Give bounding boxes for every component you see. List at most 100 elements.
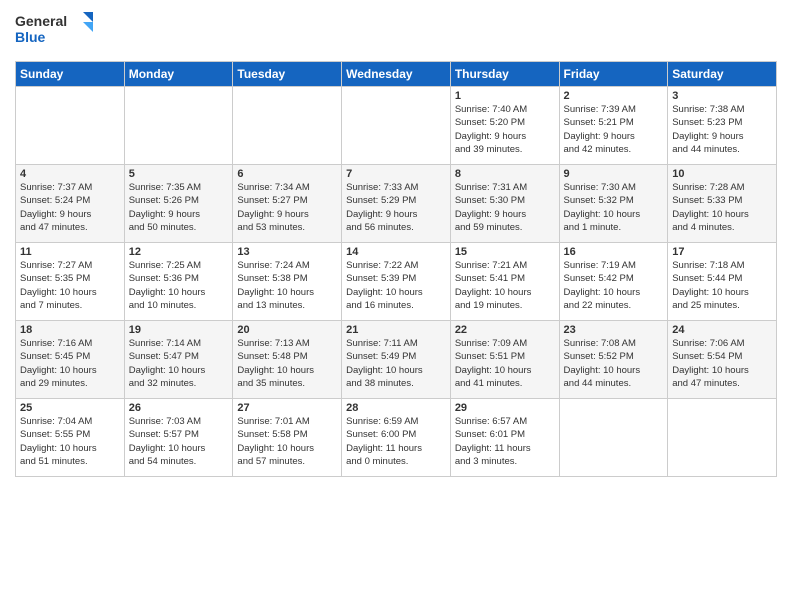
cell-1-5: 1Sunrise: 7:40 AMSunset: 5:20 PMDaylight… (450, 87, 559, 165)
day-info: Sunrise: 7:30 AMSunset: 5:32 PMDaylight:… (564, 181, 664, 234)
day-number: 12 (129, 246, 229, 258)
day-info: Sunrise: 7:35 AMSunset: 5:26 PMDaylight:… (129, 181, 229, 234)
day-number: 14 (346, 246, 446, 258)
cell-3-6: 16Sunrise: 7:19 AMSunset: 5:42 PMDayligh… (559, 243, 668, 321)
day-number: 15 (455, 246, 555, 258)
day-number: 8 (455, 168, 555, 180)
day-number: 26 (129, 402, 229, 414)
day-info: Sunrise: 7:25 AMSunset: 5:36 PMDaylight:… (129, 259, 229, 312)
day-number: 9 (564, 168, 664, 180)
cell-4-3: 20Sunrise: 7:13 AMSunset: 5:48 PMDayligh… (233, 321, 342, 399)
day-info: Sunrise: 7:13 AMSunset: 5:48 PMDaylight:… (237, 337, 337, 390)
cell-4-4: 21Sunrise: 7:11 AMSunset: 5:49 PMDayligh… (342, 321, 451, 399)
cell-4-5: 22Sunrise: 7:09 AMSunset: 5:51 PMDayligh… (450, 321, 559, 399)
day-number: 16 (564, 246, 664, 258)
cell-5-1: 25Sunrise: 7:04 AMSunset: 5:55 PMDayligh… (16, 399, 125, 477)
day-info: Sunrise: 7:37 AMSunset: 5:24 PMDaylight:… (20, 181, 120, 234)
cell-3-2: 12Sunrise: 7:25 AMSunset: 5:36 PMDayligh… (124, 243, 233, 321)
day-number: 17 (672, 246, 772, 258)
col-header-thursday: Thursday (450, 62, 559, 87)
day-info: Sunrise: 7:28 AMSunset: 5:33 PMDaylight:… (672, 181, 772, 234)
day-info: Sunrise: 7:01 AMSunset: 5:58 PMDaylight:… (237, 415, 337, 468)
cell-5-7 (668, 399, 777, 477)
week-row-5: 25Sunrise: 7:04 AMSunset: 5:55 PMDayligh… (16, 399, 777, 477)
day-info: Sunrise: 7:40 AMSunset: 5:20 PMDaylight:… (455, 103, 555, 156)
cell-2-7: 10Sunrise: 7:28 AMSunset: 5:33 PMDayligh… (668, 165, 777, 243)
day-info: Sunrise: 6:57 AMSunset: 6:01 PMDaylight:… (455, 415, 555, 468)
day-info: Sunrise: 7:14 AMSunset: 5:47 PMDaylight:… (129, 337, 229, 390)
day-number: 10 (672, 168, 772, 180)
week-row-3: 11Sunrise: 7:27 AMSunset: 5:35 PMDayligh… (16, 243, 777, 321)
header: General Blue (15, 10, 777, 53)
day-number: 25 (20, 402, 120, 414)
day-info: Sunrise: 6:59 AMSunset: 6:00 PMDaylight:… (346, 415, 446, 468)
cell-2-3: 6Sunrise: 7:34 AMSunset: 5:27 PMDaylight… (233, 165, 342, 243)
cell-2-1: 4Sunrise: 7:37 AMSunset: 5:24 PMDaylight… (16, 165, 125, 243)
day-number: 3 (672, 90, 772, 102)
day-number: 27 (237, 402, 337, 414)
cell-3-3: 13Sunrise: 7:24 AMSunset: 5:38 PMDayligh… (233, 243, 342, 321)
day-number: 11 (20, 246, 120, 258)
day-info: Sunrise: 7:27 AMSunset: 5:35 PMDaylight:… (20, 259, 120, 312)
col-header-sunday: Sunday (16, 62, 125, 87)
col-header-wednesday: Wednesday (342, 62, 451, 87)
cell-4-6: 23Sunrise: 7:08 AMSunset: 5:52 PMDayligh… (559, 321, 668, 399)
day-number: 28 (346, 402, 446, 414)
day-info: Sunrise: 7:18 AMSunset: 5:44 PMDaylight:… (672, 259, 772, 312)
day-number: 13 (237, 246, 337, 258)
day-info: Sunrise: 7:03 AMSunset: 5:57 PMDaylight:… (129, 415, 229, 468)
week-row-4: 18Sunrise: 7:16 AMSunset: 5:45 PMDayligh… (16, 321, 777, 399)
cell-4-1: 18Sunrise: 7:16 AMSunset: 5:45 PMDayligh… (16, 321, 125, 399)
day-number: 23 (564, 324, 664, 336)
day-info: Sunrise: 7:33 AMSunset: 5:29 PMDaylight:… (346, 181, 446, 234)
cell-3-7: 17Sunrise: 7:18 AMSunset: 5:44 PMDayligh… (668, 243, 777, 321)
day-number: 19 (129, 324, 229, 336)
cell-2-5: 8Sunrise: 7:31 AMSunset: 5:30 PMDaylight… (450, 165, 559, 243)
cell-1-6: 2Sunrise: 7:39 AMSunset: 5:21 PMDaylight… (559, 87, 668, 165)
day-number: 20 (237, 324, 337, 336)
cell-1-4 (342, 87, 451, 165)
cell-5-4: 28Sunrise: 6:59 AMSunset: 6:00 PMDayligh… (342, 399, 451, 477)
day-number: 21 (346, 324, 446, 336)
svg-text:Blue: Blue (15, 29, 46, 45)
day-number: 29 (455, 402, 555, 414)
day-info: Sunrise: 7:38 AMSunset: 5:23 PMDaylight:… (672, 103, 772, 156)
week-row-1: 1Sunrise: 7:40 AMSunset: 5:20 PMDaylight… (16, 87, 777, 165)
day-info: Sunrise: 7:22 AMSunset: 5:39 PMDaylight:… (346, 259, 446, 312)
cell-3-4: 14Sunrise: 7:22 AMSunset: 5:39 PMDayligh… (342, 243, 451, 321)
cell-1-2 (124, 87, 233, 165)
svg-text:General: General (15, 13, 67, 29)
page: General Blue SundayMondayTuesdayWednesda… (0, 0, 792, 612)
day-number: 7 (346, 168, 446, 180)
day-number: 5 (129, 168, 229, 180)
header-row: SundayMondayTuesdayWednesdayThursdayFrid… (16, 62, 777, 87)
day-number: 1 (455, 90, 555, 102)
col-header-tuesday: Tuesday (233, 62, 342, 87)
day-number: 2 (564, 90, 664, 102)
cell-4-2: 19Sunrise: 7:14 AMSunset: 5:47 PMDayligh… (124, 321, 233, 399)
day-info: Sunrise: 7:08 AMSunset: 5:52 PMDaylight:… (564, 337, 664, 390)
col-header-monday: Monday (124, 62, 233, 87)
day-number: 24 (672, 324, 772, 336)
day-info: Sunrise: 7:31 AMSunset: 5:30 PMDaylight:… (455, 181, 555, 234)
cell-1-7: 3Sunrise: 7:38 AMSunset: 5:23 PMDaylight… (668, 87, 777, 165)
cell-3-1: 11Sunrise: 7:27 AMSunset: 5:35 PMDayligh… (16, 243, 125, 321)
cell-2-6: 9Sunrise: 7:30 AMSunset: 5:32 PMDaylight… (559, 165, 668, 243)
cell-5-2: 26Sunrise: 7:03 AMSunset: 5:57 PMDayligh… (124, 399, 233, 477)
logo: General Blue (15, 10, 95, 53)
day-number: 4 (20, 168, 120, 180)
week-row-2: 4Sunrise: 7:37 AMSunset: 5:24 PMDaylight… (16, 165, 777, 243)
cell-4-7: 24Sunrise: 7:06 AMSunset: 5:54 PMDayligh… (668, 321, 777, 399)
cell-2-4: 7Sunrise: 7:33 AMSunset: 5:29 PMDaylight… (342, 165, 451, 243)
day-info: Sunrise: 7:09 AMSunset: 5:51 PMDaylight:… (455, 337, 555, 390)
day-info: Sunrise: 7:19 AMSunset: 5:42 PMDaylight:… (564, 259, 664, 312)
cell-5-5: 29Sunrise: 6:57 AMSunset: 6:01 PMDayligh… (450, 399, 559, 477)
cell-1-1 (16, 87, 125, 165)
cell-2-2: 5Sunrise: 7:35 AMSunset: 5:26 PMDaylight… (124, 165, 233, 243)
logo-graphic: General Blue (15, 10, 95, 53)
day-info: Sunrise: 7:34 AMSunset: 5:27 PMDaylight:… (237, 181, 337, 234)
cell-3-5: 15Sunrise: 7:21 AMSunset: 5:41 PMDayligh… (450, 243, 559, 321)
cell-5-3: 27Sunrise: 7:01 AMSunset: 5:58 PMDayligh… (233, 399, 342, 477)
day-info: Sunrise: 7:11 AMSunset: 5:49 PMDaylight:… (346, 337, 446, 390)
col-header-saturday: Saturday (668, 62, 777, 87)
